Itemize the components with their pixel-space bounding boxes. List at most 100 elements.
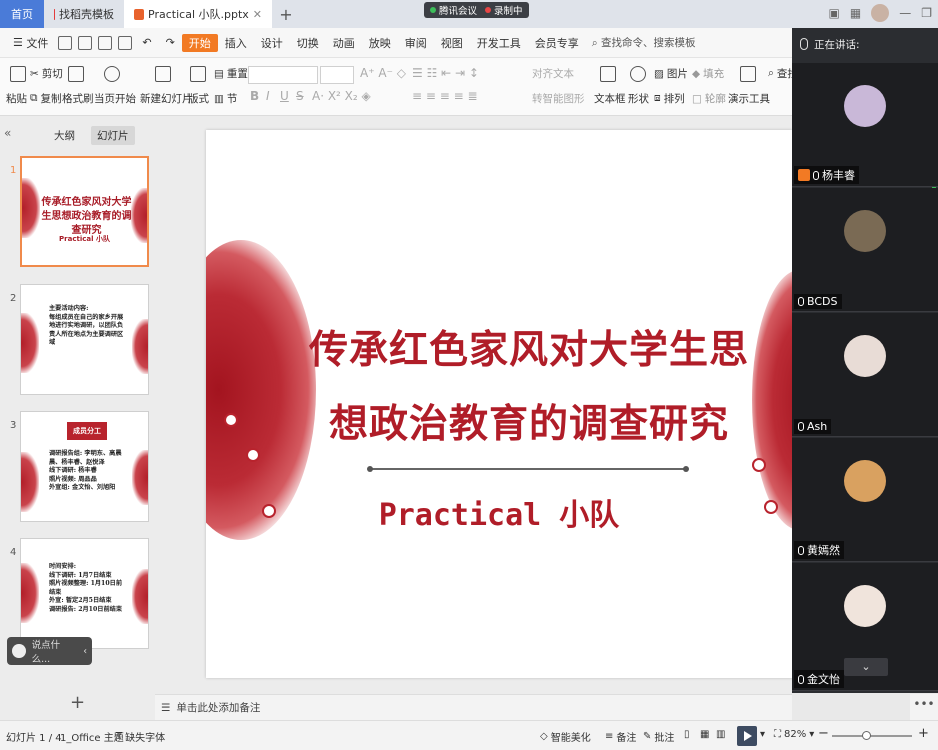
underline-icon[interactable]: U <box>280 89 289 103</box>
font-color-icon[interactable]: A· X² X₂ ◈ <box>312 89 371 103</box>
theme-name[interactable]: 1_Office 主题 <box>60 729 124 744</box>
font-family-combo[interactable] <box>248 66 318 84</box>
tab-home[interactable]: 首页 <box>0 0 44 28</box>
menu-review[interactable]: 审阅 <box>398 34 434 52</box>
menu-animations[interactable]: 动画 <box>326 34 362 52</box>
tab-outline[interactable]: 大纲 <box>48 126 81 145</box>
meeting-status-pill[interactable]: 腾讯会议 录制中 <box>424 2 529 18</box>
menu-view[interactable]: 视图 <box>434 34 470 52</box>
zoom-slider[interactable] <box>832 731 912 740</box>
thumb-text: 时间安排: 线下调研: 1月7日结束 照片视频整理: 1月10日前结束 外宣: … <box>49 563 123 613</box>
menu-slideshow[interactable]: 放映 <box>362 34 398 52</box>
smart-shape-button[interactable]: 转智能图形 <box>532 91 585 106</box>
sorter-view-icon[interactable]: ▦ <box>700 729 709 740</box>
redo-icon[interactable]: ↷ <box>159 34 182 52</box>
save-icon[interactable] <box>58 35 73 50</box>
play-dropdown-icon[interactable]: ▾ <box>760 729 765 740</box>
preview-icon[interactable] <box>118 35 133 50</box>
section-button[interactable]: ▥ 节 <box>214 91 237 106</box>
collapse-panel-icon[interactable]: « <box>4 126 11 140</box>
format-painter-button[interactable]: 格式刷 <box>62 91 94 106</box>
arrange-button[interactable]: ⧈ 排列 <box>654 91 685 106</box>
undo-icon[interactable]: ↶ <box>135 34 158 52</box>
zoom-out-icon[interactable]: − <box>818 726 829 741</box>
zoom-slider-handle[interactable] <box>861 731 871 740</box>
restore-icon[interactable]: ❐ <box>921 6 932 20</box>
picture-button[interactable]: ▨ 图片 <box>654 66 688 81</box>
play-from-current-icon[interactable] <box>104 66 120 82</box>
cut-button[interactable]: ✂ 剪切 <box>30 66 63 81</box>
tab-template[interactable]: 找稻壳模板 <box>44 0 124 28</box>
textbox-icon[interactable] <box>600 66 616 82</box>
slide-thumbnail-4[interactable]: 时间安排: 线下调研: 1月7日结束 照片视频整理: 1月10日前结束 外宣: … <box>20 538 149 649</box>
missing-font-button[interactable]: T 缺失字体 <box>116 729 165 744</box>
bullets-icon[interactable]: ☰ ☷ ⇤ ⇥ ↕ <box>412 66 479 80</box>
smart-beautify-button[interactable]: ◇ 智能美化 <box>540 729 591 744</box>
play-slideshow-button[interactable] <box>737 726 757 746</box>
reading-view-icon[interactable]: ▥ <box>716 729 725 740</box>
chat-input-box[interactable]: 说点什么... ‹ <box>7 637 92 665</box>
notes-bar[interactable]: ☰ 单击此处添加备注 <box>155 694 792 720</box>
print-icon[interactable] <box>98 35 113 50</box>
participant-tile[interactable]: BCDS <box>792 188 938 312</box>
grid-icon[interactable]: ▦ <box>850 6 861 20</box>
chevron-left-icon[interactable]: ‹ <box>83 646 87 657</box>
new-slide-button[interactable]: 新建幻灯片 <box>140 91 193 106</box>
close-tab-icon[interactable]: ✕ <box>253 8 262 21</box>
outline-button[interactable]: □ 轮廓 <box>692 91 726 106</box>
main-slide[interactable]: 传承红色家风对大学生思 想政治教育的调查研究 Practical 小队 <box>206 130 792 678</box>
textbox-button[interactable]: 文本框 <box>594 91 626 106</box>
tab-slides[interactable]: 幻灯片 <box>91 126 135 145</box>
slide-thumbnail-3[interactable]: 成员分工 调研报告组: 李明东、高晨晨、杨丰睿、赵悦泽 线下调研: 杨丰睿 照片… <box>20 411 149 522</box>
outline-icon: □ <box>692 92 702 105</box>
align-icons[interactable]: ≡ ≡ ≡ ≡ ≣ <box>412 89 478 103</box>
copy-button[interactable]: ⧉ 复制 <box>30 91 62 106</box>
tab-document[interactable]: Practical 小队.pptx ✕ <box>124 0 272 28</box>
format-painter-icon[interactable] <box>68 66 84 82</box>
chevron-down-icon[interactable]: ⌄ <box>844 658 888 676</box>
menu-developer[interactable]: 开发工具 <box>470 34 528 52</box>
present-tools-button[interactable]: 演示工具 <box>728 91 770 106</box>
menu-insert[interactable]: 插入 <box>218 34 254 52</box>
comments-button[interactable]: ✎ 批注 <box>643 729 674 744</box>
present-tools-icon[interactable] <box>740 66 756 82</box>
layout-icon[interactable] <box>190 66 206 82</box>
fit-window-button[interactable]: ⛶ 82% ▾ <box>774 729 814 740</box>
bold-icon[interactable]: B <box>250 89 259 103</box>
font-grow-icon[interactable]: A⁺ A⁻ ◇ <box>360 66 406 80</box>
layout-icon[interactable]: ▣ <box>829 6 840 20</box>
normal-view-icon[interactable]: ▯ <box>684 729 690 740</box>
more-options-icon[interactable]: ••• <box>910 694 938 720</box>
paste-button[interactable]: 粘贴 <box>6 91 27 106</box>
play-from-current-button[interactable]: 当页开始 <box>94 91 136 106</box>
reset-button[interactable]: ▤ 重置 <box>214 66 248 81</box>
export-icon[interactable] <box>78 35 93 50</box>
layout-button[interactable]: 版式 <box>188 91 209 106</box>
add-slide-button[interactable]: + <box>70 692 85 713</box>
fill-button[interactable]: ◆ 填充 <box>692 66 724 81</box>
align-text-button[interactable]: 对齐文本 <box>532 66 574 81</box>
menu-home[interactable]: 开始 <box>181 33 218 52</box>
new-tab-button[interactable]: + <box>272 0 300 28</box>
menu-design[interactable]: 设计 <box>254 34 290 52</box>
font-size-combo[interactable] <box>320 66 354 84</box>
italic-icon[interactable]: I <box>266 89 270 103</box>
zoom-in-icon[interactable]: + <box>918 726 929 741</box>
slide-thumbnail-1[interactable]: 传承红色家风对大学生思想政治教育的调查研究 Practical 小队 <box>20 156 149 267</box>
participant-tile[interactable]: 黄嫣然 <box>792 438 938 562</box>
strikethrough-icon[interactable]: S <box>296 89 304 103</box>
command-search[interactable]: ⌕ 查找命令、搜索模板 <box>586 35 702 50</box>
shape-icon[interactable] <box>630 66 646 82</box>
file-menu[interactable]: ☰ 文件 <box>6 34 55 52</box>
new-slide-icon[interactable] <box>155 66 171 82</box>
paste-icon[interactable] <box>10 66 26 82</box>
menu-membership[interactable]: 会员专享 <box>528 34 586 52</box>
shape-button[interactable]: 形状 <box>628 91 649 106</box>
minimize-icon[interactable]: — <box>899 6 911 20</box>
slide-thumbnail-2[interactable]: 主要活动内容: 每组成员在自己的家乡开展地进行实地调研，以团队负责人所在地点为主… <box>20 284 149 395</box>
participant-tile[interactable]: Ash <box>792 313 938 437</box>
menu-transitions[interactable]: 切换 <box>290 34 326 52</box>
participant-tile[interactable]: 杨丰睿 <box>792 63 938 187</box>
user-avatar[interactable] <box>871 4 890 22</box>
notes-toggle-button[interactable]: ≡ 备注 <box>605 729 636 744</box>
